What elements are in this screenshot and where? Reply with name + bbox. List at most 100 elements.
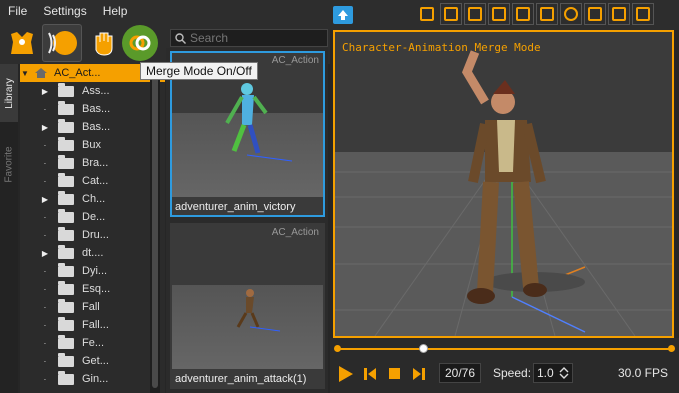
viewport-toolbar: [330, 0, 679, 30]
folder-icon: [58, 226, 74, 241]
menu-settings[interactable]: Settings: [35, 4, 94, 18]
folder-icon: [58, 82, 74, 97]
folder-icon: [58, 280, 74, 295]
tree-item[interactable]: · Fall...: [20, 316, 165, 334]
search-icon: [175, 32, 186, 44]
tree-item[interactable]: · Fall: [20, 298, 165, 316]
home-icon: [35, 68, 47, 78]
leaf-dot-icon: ·: [43, 302, 47, 312]
play-icon[interactable]: [336, 365, 354, 383]
person-run-icon: [420, 7, 434, 21]
motion-button[interactable]: [488, 3, 510, 25]
tree-item[interactable]: ▶ dt....: [20, 244, 165, 262]
flag-button[interactable]: [608, 3, 630, 25]
leaf-dot-icon: ·: [43, 320, 47, 330]
search-box[interactable]: [170, 29, 328, 47]
chevron-right-icon[interactable]: ▶: [40, 195, 50, 204]
person-run-button[interactable]: [416, 3, 438, 25]
leaf-dot-icon: ·: [43, 140, 47, 150]
fps-readout: 30.0 FPS: [617, 366, 668, 380]
tab-favorite-label: Favorite: [3, 145, 15, 183]
tree-item[interactable]: · Fe...: [20, 334, 165, 352]
hand-icon: [95, 32, 113, 56]
timeline-playhead[interactable]: [419, 344, 429, 353]
hand-pose-button[interactable]: [84, 24, 124, 62]
frame-button[interactable]: [584, 3, 606, 25]
side-tabs: Library Favorite: [0, 64, 18, 393]
leaf-dot-icon: ·: [43, 104, 47, 114]
tree-item-label: Esq...: [82, 283, 111, 295]
stop-icon[interactable]: [388, 367, 401, 380]
character-mode-button[interactable]: [2, 24, 42, 62]
tree-scrollbar[interactable]: [150, 64, 160, 393]
circle-icon: [564, 7, 578, 21]
jump-icon: [540, 7, 554, 21]
speed-field[interactable]: 1.0: [533, 363, 573, 383]
leaf-dot-icon: ·: [43, 176, 47, 186]
step-back-icon[interactable]: [363, 367, 377, 381]
chevron-right-icon[interactable]: ▶: [40, 87, 50, 96]
sync-button[interactable]: [122, 25, 158, 61]
app-window: File Settings Help Search Library Favori…: [0, 0, 679, 393]
tree-item[interactable]: ▶ Bas...: [20, 118, 165, 136]
grid-button[interactable]: [440, 3, 462, 25]
tree-item[interactable]: · Bra...: [20, 154, 165, 172]
merge-mode-toggle[interactable]: [42, 24, 82, 62]
timeline-end-marker[interactable]: [668, 345, 675, 352]
tab-library-label: Library: [3, 77, 15, 109]
checker-icon: [468, 7, 482, 21]
timeline-start-marker[interactable]: [334, 345, 341, 352]
tree-item[interactable]: · Get...: [20, 352, 165, 370]
frame-counter[interactable]: 20/76: [439, 363, 481, 383]
tree-item-label: Bas...: [82, 103, 111, 115]
leaf-dot-icon: ·: [43, 284, 47, 294]
tree-item[interactable]: · De...: [20, 208, 165, 226]
tree-item[interactable]: · Dru...: [20, 226, 165, 244]
chevron-right-icon[interactable]: ▶: [40, 249, 50, 258]
chevron-right-icon[interactable]: ▶: [40, 123, 50, 132]
folder-icon: [58, 172, 74, 187]
leaf-dot-icon: ·: [43, 356, 47, 366]
tree-item[interactable]: · Bux: [20, 136, 165, 154]
folder-icon: [58, 208, 74, 223]
thumbnail-category: AC_Action: [271, 55, 319, 66]
folder-icon: [58, 100, 74, 115]
tree-item[interactable]: ▶ Ch...: [20, 190, 165, 208]
leaf-dot-icon: ·: [43, 266, 47, 276]
tab-favorite[interactable]: Favorite: [0, 134, 18, 194]
chevron-down-icon[interactable]: ▼: [20, 69, 30, 78]
tree-item[interactable]: · Cat...: [20, 172, 165, 190]
timeline-track[interactable]: [336, 348, 671, 350]
linked-rings-icon: [129, 35, 151, 51]
library-tree: ▼ AC_Act... ▶ Ass... · Bas... ▶ Bas... · Bux · Br…: [20, 64, 165, 393]
tree-item[interactable]: · Dyi...: [20, 262, 165, 280]
thumbnail-card[interactable]: AC_Action adventurer_anim_attack(1): [170, 223, 325, 389]
tab-library[interactable]: Library: [0, 64, 18, 122]
scene-render: [335, 32, 672, 336]
leaf-dot-icon: ·: [43, 374, 47, 384]
checker-button[interactable]: [464, 3, 486, 25]
search-input[interactable]: [190, 31, 320, 45]
tree-root-label: AC_Act...: [54, 67, 101, 79]
circle-button[interactable]: [560, 3, 582, 25]
menu-help[interactable]: Help: [95, 4, 136, 18]
tree-item[interactable]: ▶ Ass...: [20, 82, 165, 100]
frame-icon: [588, 7, 602, 21]
3d-viewport[interactable]: Character-Animation Merge Mode: [333, 30, 674, 338]
menu-file[interactable]: File: [0, 4, 35, 18]
skeleton-button[interactable]: [632, 3, 654, 25]
tree-item[interactable]: · Esq...: [20, 280, 165, 298]
jump-button[interactable]: [536, 3, 558, 25]
tree-item-label: Bra...: [82, 157, 109, 169]
upload-button[interactable]: [333, 6, 353, 24]
leaf-dot-icon: ·: [43, 158, 47, 168]
walk-button[interactable]: [512, 3, 534, 25]
character-preview: [236, 289, 281, 332]
leaf-dot-icon: ·: [43, 338, 47, 348]
step-forward-icon[interactable]: [412, 367, 426, 381]
merge-mode-tooltip: Merge Mode On/Off: [140, 62, 258, 80]
tree-item[interactable]: · Gin...: [20, 370, 165, 388]
tree-item[interactable]: · Bas...: [20, 100, 165, 118]
tree-item-label: Get...: [82, 355, 109, 367]
spinner-icon[interactable]: [559, 367, 569, 379]
